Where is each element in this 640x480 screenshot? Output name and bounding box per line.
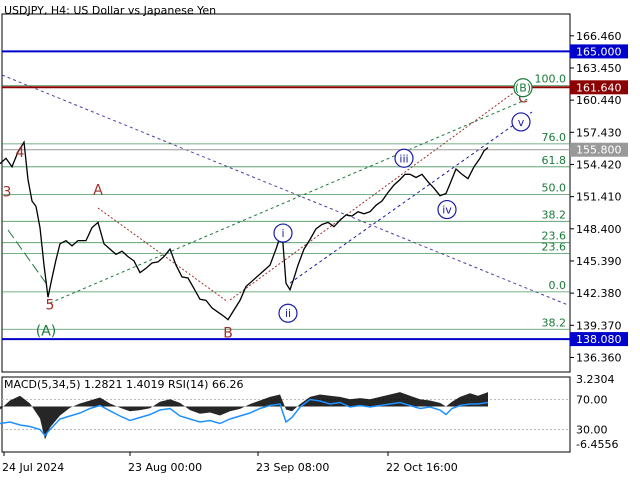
wave-label: iii bbox=[399, 152, 408, 165]
price-level-tag-text: 165.000 bbox=[576, 45, 622, 58]
macd-hist-bar bbox=[330, 395, 340, 407]
wave-label: (A) bbox=[36, 323, 57, 339]
macd-hist-bar bbox=[140, 406, 150, 411]
macd-hist-bar bbox=[30, 403, 40, 419]
indicator-tick-label: 30.00 bbox=[576, 424, 608, 437]
macd-hist-bar bbox=[210, 406, 220, 416]
macd-hist-bar bbox=[180, 402, 190, 411]
macd-hist-bar bbox=[110, 403, 120, 408]
wave-label: iv bbox=[442, 204, 452, 217]
time-tick-label: 22 Oct 16:00 bbox=[386, 461, 458, 474]
price-tick-label: 163.450 bbox=[576, 62, 622, 75]
macd-hist-bar bbox=[320, 394, 330, 407]
channel-line bbox=[49, 97, 531, 304]
wave-label: A bbox=[93, 182, 103, 198]
wave-label: 3 bbox=[3, 184, 12, 200]
fib-level-label: 76.0 bbox=[542, 131, 567, 144]
macd-hist-bar bbox=[70, 403, 80, 408]
macd-hist-bar bbox=[430, 400, 440, 407]
price-tick-label: 139.370 bbox=[576, 319, 622, 332]
macd-hist-bar bbox=[250, 400, 260, 407]
macd-hist-bar bbox=[150, 401, 160, 409]
macd-hist-bar bbox=[80, 400, 90, 407]
macd-hist-bar bbox=[260, 396, 270, 407]
macd-hist-bar bbox=[120, 406, 130, 412]
fib-level-label: 61.8 bbox=[542, 154, 567, 167]
macd-hist-bar bbox=[220, 406, 230, 416]
time-tick-label: 23 Aug 00:00 bbox=[128, 461, 202, 474]
macd-hist-bar bbox=[170, 399, 180, 407]
fib-level-label: 100.0 bbox=[535, 73, 567, 86]
macd-hist-bar bbox=[440, 402, 446, 407]
macd-hist-bar bbox=[100, 397, 110, 407]
time-tick-label: 23 Sep 08:00 bbox=[256, 461, 329, 474]
price-chart[interactable]: 166.460 163.450 160.440 157.430 154.420 151.4… bbox=[0, 0, 640, 480]
macd-hist-bar bbox=[10, 395, 20, 407]
fib-level-label: 38.2 bbox=[542, 316, 567, 329]
macd-hist-bar bbox=[20, 395, 30, 407]
price-tick-label: 166.460 bbox=[576, 30, 622, 43]
macd-hist-bar bbox=[130, 406, 140, 412]
macd-hist-bar bbox=[446, 401, 452, 407]
price-level-tag-text: 138.080 bbox=[576, 333, 622, 346]
macd-hist-bar bbox=[410, 395, 420, 407]
price-tick-label: 145.390 bbox=[576, 255, 622, 268]
macd-hist-bar bbox=[240, 404, 250, 409]
wave-line bbox=[7, 229, 49, 287]
macd-hist-bar bbox=[452, 396, 460, 407]
fib-level-label: 23.6 bbox=[542, 240, 567, 253]
macd-hist-bar bbox=[286, 406, 292, 412]
macd-hist-bar bbox=[190, 406, 200, 414]
price-level-tag-text: 161.640 bbox=[576, 81, 622, 94]
price-tick-label: 151.410 bbox=[576, 191, 622, 204]
price-tick-label: 148.400 bbox=[576, 223, 622, 236]
macd-hist-bar bbox=[420, 399, 430, 407]
wave-label: 5 bbox=[46, 298, 55, 314]
indicator-tick-label: 70.00 bbox=[576, 394, 608, 407]
wave-label: 4 bbox=[16, 145, 25, 161]
macd-hist-bar bbox=[200, 406, 210, 414]
wave-label: v bbox=[518, 116, 525, 129]
fib-level-label: 50.0 bbox=[542, 182, 567, 195]
fib-level-label: 0.0 bbox=[549, 279, 567, 292]
price-tick-label: 142.380 bbox=[576, 287, 622, 300]
wave-label: i bbox=[281, 227, 284, 240]
macd-hist-bar bbox=[60, 406, 70, 416]
price-tick-label: 157.430 bbox=[576, 126, 622, 139]
macd-hist-bar bbox=[160, 399, 170, 407]
time-tick-label: 24 Jul 2024 bbox=[2, 461, 64, 474]
macd-hist-bar bbox=[230, 406, 240, 412]
indicator-tick-label: 3.2304 bbox=[576, 373, 615, 386]
wave-label: ii bbox=[285, 307, 291, 320]
price-tick-label: 136.360 bbox=[576, 351, 622, 364]
price-level-tag-text: 155.800 bbox=[576, 144, 622, 157]
price-tick-label: 154.420 bbox=[576, 158, 622, 171]
wave-label: B bbox=[223, 326, 233, 342]
indicator-tick-label: -6.4556 bbox=[576, 438, 618, 451]
wave-label: (B) bbox=[515, 82, 531, 95]
price-tick-label: 160.440 bbox=[576, 94, 622, 107]
macd-hist-bar bbox=[90, 397, 100, 407]
fib-level-label: 38.2 bbox=[542, 208, 567, 221]
wave-line bbox=[97, 207, 229, 303]
channel-line bbox=[289, 111, 533, 284]
indicator-frame bbox=[1, 376, 571, 453]
